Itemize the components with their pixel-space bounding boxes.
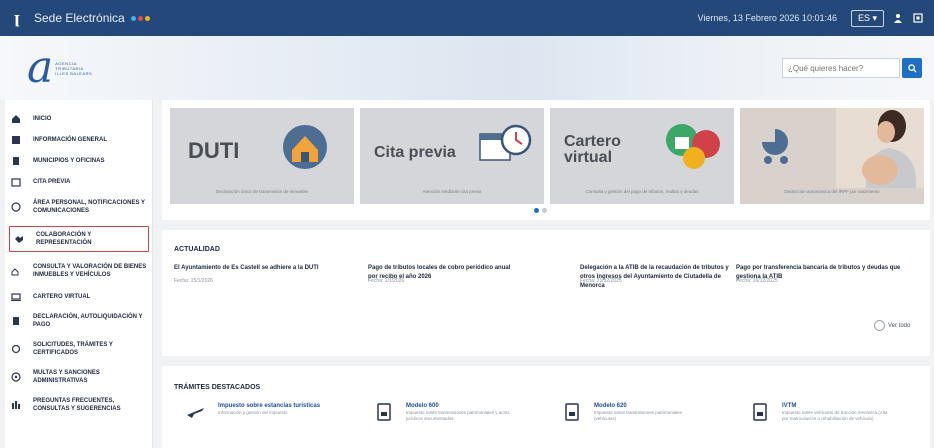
user-icon[interactable]	[892, 12, 904, 24]
sidebar: Inicio Información general Municipios y …	[5, 100, 153, 448]
lock-mail-icon	[666, 124, 720, 169]
calendar-clock-icon	[479, 124, 532, 161]
current-date: Viernes, 13 Febrero 2026 10:01:46	[697, 13, 837, 23]
tramite-item[interactable]: Modelo 620 Impuesto sobre transmisiones …	[562, 402, 700, 422]
user-icon	[9, 200, 23, 214]
home-icon	[9, 112, 23, 126]
laptop-icon	[9, 290, 23, 304]
form-icon	[750, 402, 770, 422]
banner-card-duti[interactable]: DUTI Declaración única de transmisión de…	[170, 108, 354, 204]
form-icon	[374, 402, 394, 422]
sidebar-item-colaboracion[interactable]: Colaboración y representación	[9, 226, 149, 252]
banner-card-cita-previa[interactable]: Cita previa Atención mediante cita previ…	[360, 108, 544, 204]
banner-card-cartero-virtual[interactable]: Cartero virtual Consulta y gestión del p…	[550, 108, 734, 204]
banner-card-deduccion[interactable]: Deducción autonómica del IRPF por nacimi…	[740, 108, 924, 204]
sidebar-item-consulta-bienes[interactable]: Consulta y valoración de bienes inmueble…	[9, 260, 149, 282]
document-icon	[9, 314, 23, 328]
news-item[interactable]: El Ayuntamiento de Es Castell se adhiere…	[174, 264, 324, 273]
building-icon	[9, 154, 23, 168]
language-selector[interactable]: ES ▾	[850, 9, 884, 27]
baby-carriage-icon	[762, 129, 788, 164]
tramite-item[interactable]: Impuesto sobre estancias turísticas Info…	[186, 402, 324, 422]
flag-dot-icon	[144, 15, 150, 21]
news-date: Fecha: 31/12/2025	[580, 278, 622, 284]
sidebar-item-inicio[interactable]: Inicio	[9, 112, 149, 126]
flag-dot-icon	[130, 15, 136, 21]
plus-circle-icon	[874, 320, 885, 331]
sidebar-item-preguntas[interactable]: Preguntas frecuentes, consultas y sugere…	[9, 394, 149, 416]
sidebar-item-municipios[interactable]: Municipios y oficinas	[9, 154, 149, 168]
form-icon	[562, 402, 582, 422]
tramite-item[interactable]: IVTM Impuesto sobre vehículos de tracció…	[750, 402, 888, 422]
header-band: a AGENCIA TRIBUTARIA ILLES BALEARS	[0, 36, 934, 100]
handshake-icon	[12, 232, 26, 246]
news-date: Fecha: 15/1/2026	[174, 278, 213, 284]
warning-icon	[9, 370, 23, 384]
house-icon	[283, 125, 327, 169]
tramites-heading: Trámites destacados	[174, 384, 261, 391]
ver-todo-link[interactable]: Ver todo	[874, 320, 910, 331]
house-car-icon	[9, 264, 23, 278]
sidebar-item-area-personal[interactable]: Área personal, notificaciones y comunica…	[9, 196, 149, 218]
agency-name: AGENCIA TRIBUTARIA ILLES BALEARS	[55, 60, 93, 76]
news-date: Fecha: 1/1/2026	[368, 278, 405, 284]
calendar-icon	[9, 175, 23, 189]
search-input[interactable]	[782, 58, 900, 78]
agency-mark-icon: a	[27, 42, 54, 93]
carousel-dot[interactable]	[542, 208, 547, 213]
tramite-item[interactable]: Modelo 600 Impuesto sobre transmisiones …	[374, 402, 512, 422]
sidebar-item-cita-previa[interactable]: Cita previa	[9, 175, 149, 189]
agency-logo[interactable]: a AGENCIA TRIBUTARIA ILLES BALEARS	[27, 42, 93, 93]
banner-carousel: DUTI Declaración única de transmisión de…	[162, 100, 930, 220]
top-bar: ꞁ Sede Electrónica Viernes, 13 Febrero 2…	[0, 0, 934, 36]
tramites-section: Trámites destacados Impuesto sobre estan…	[162, 366, 930, 448]
news-date: Fecha: 16/12/2025	[736, 278, 778, 284]
question-icon	[9, 398, 23, 412]
carousel-dot-active[interactable]	[534, 208, 539, 213]
news-heading: Actualidad	[174, 246, 220, 253]
search-icon	[907, 63, 917, 73]
exit-icon[interactable]	[912, 12, 924, 24]
sidebar-item-multas[interactable]: Multas y sanciones administrativas	[9, 366, 149, 388]
sidebar-item-informacion[interactable]: Información general	[9, 133, 149, 147]
plane-icon	[186, 402, 206, 422]
news-section: Actualidad El Ayuntamiento de Es Castell…	[162, 230, 930, 356]
certificate-icon	[9, 342, 23, 356]
site-title[interactable]: Sede Electrónica	[34, 11, 125, 25]
atib-logo-icon[interactable]: ꞁ	[10, 9, 24, 27]
carousel-dots	[534, 208, 547, 213]
sidebar-item-cartero-virtual[interactable]: Cartero virtual	[9, 290, 149, 304]
sidebar-item-solicitudes[interactable]: Solicitudes, trámites y certificados	[9, 338, 149, 360]
sidebar-item-declaracion[interactable]: Declaración, autoliquidación y pago	[9, 310, 149, 332]
pregnant-woman-photo	[836, 108, 924, 188]
search-button[interactable]	[902, 58, 922, 78]
flag-dot-icon	[137, 15, 143, 21]
info-icon	[9, 133, 23, 147]
